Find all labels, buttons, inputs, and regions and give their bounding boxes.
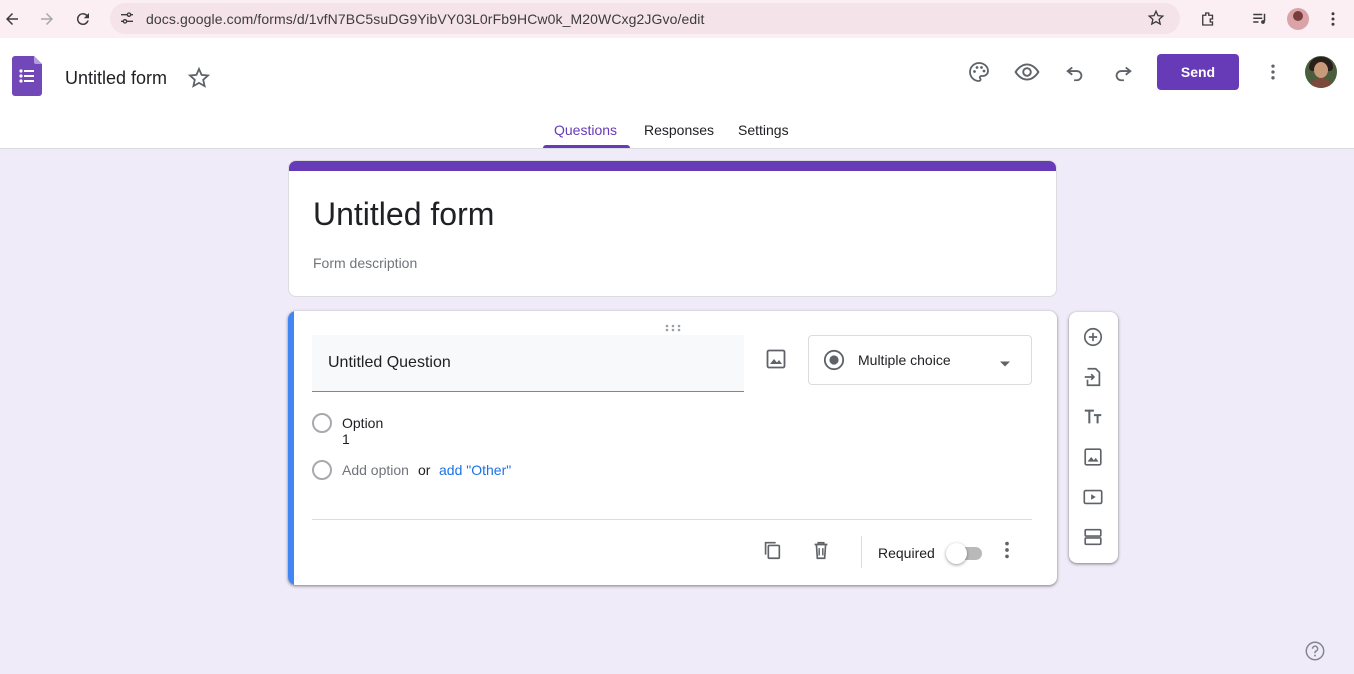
browser-menu-icon[interactable] <box>1321 7 1345 31</box>
browser-profile-avatar[interactable] <box>1287 8 1309 30</box>
footer-divider <box>312 519 1032 520</box>
question-more-options-icon[interactable] <box>996 539 1018 566</box>
browser-toolbar: docs.google.com/forms/d/1vfN7BC5suDG9Yib… <box>0 0 1354 38</box>
url-text: docs.google.com/forms/d/1vfN7BC5suDG9Yib… <box>146 11 705 27</box>
question-type-label: Multiple choice <box>858 352 951 368</box>
palette-icon[interactable] <box>966 59 992 85</box>
back-icon[interactable] <box>0 7 24 31</box>
help-icon[interactable] <box>1304 640 1326 662</box>
floating-toolbar <box>1069 312 1118 563</box>
tab-questions[interactable]: Questions <box>554 122 617 138</box>
option-radio-icon <box>312 413 332 433</box>
extensions-icon[interactable] <box>1196 7 1220 31</box>
active-question-indicator <box>288 311 294 585</box>
google-forms-logo-icon[interactable] <box>12 56 42 96</box>
question-type-dropdown[interactable]: Multiple choice <box>808 335 1032 385</box>
import-questions-icon[interactable] <box>1081 365 1105 389</box>
duplicate-icon[interactable] <box>760 538 784 562</box>
document-title[interactable]: Untitled form <box>65 68 167 89</box>
media-controls-icon[interactable] <box>1248 7 1272 31</box>
required-toggle[interactable] <box>946 542 984 564</box>
dropdown-arrow-icon <box>999 355 1011 373</box>
send-button[interactable]: Send <box>1157 54 1239 90</box>
footer-separator <box>861 536 862 568</box>
add-option-row: Add option or add "Other" <box>312 458 612 482</box>
theme-color-bar <box>289 161 1056 171</box>
add-option-button[interactable]: Add option <box>342 462 409 478</box>
delete-icon[interactable] <box>809 538 833 562</box>
form-title-card[interactable]: Untitled form Form description <box>288 160 1057 297</box>
star-icon[interactable] <box>187 66 211 95</box>
tab-settings[interactable]: Settings <box>738 122 789 138</box>
tab-responses[interactable]: Responses <box>644 122 714 138</box>
option-radio-icon <box>312 460 332 480</box>
add-question-icon[interactable] <box>1081 325 1105 349</box>
address-bar[interactable]: docs.google.com/forms/d/1vfN7BC5suDG9Yib… <box>110 3 1180 34</box>
form-tabs: Questions Responses Settings <box>0 118 1354 149</box>
radio-button-icon <box>823 349 845 376</box>
question-card[interactable]: Untitled Question Multiple choice Option… <box>288 311 1057 585</box>
site-info-icon[interactable] <box>119 10 135 31</box>
add-image-icon[interactable] <box>1081 445 1105 469</box>
or-label: or <box>418 462 431 478</box>
option-label[interactable]: Option 1 <box>342 415 383 447</box>
active-tab-indicator <box>543 145 630 148</box>
add-other-button[interactable]: add "Other" <box>439 462 511 478</box>
add-image-icon[interactable] <box>764 347 788 376</box>
forward-icon[interactable] <box>35 7 59 31</box>
forms-header: Untitled form Send Questions Responses S… <box>0 38 1354 149</box>
question-title-input[interactable]: Untitled Question <box>312 335 744 392</box>
form-description-field[interactable]: Form description <box>313 255 417 271</box>
preview-eye-icon[interactable] <box>1014 59 1040 85</box>
add-title-icon[interactable] <box>1081 405 1105 429</box>
bookmark-star-icon[interactable] <box>1147 9 1165 32</box>
add-video-icon[interactable] <box>1081 485 1105 509</box>
undo-icon[interactable] <box>1062 59 1088 85</box>
redo-icon[interactable] <box>1110 59 1136 85</box>
question-title-text: Untitled Question <box>328 354 451 371</box>
form-title[interactable]: Untitled form <box>313 196 494 233</box>
more-options-icon[interactable] <box>1260 59 1286 85</box>
user-avatar[interactable] <box>1305 56 1337 88</box>
reload-icon[interactable] <box>71 7 95 31</box>
add-section-icon[interactable] <box>1081 525 1105 549</box>
required-label: Required <box>878 545 935 561</box>
